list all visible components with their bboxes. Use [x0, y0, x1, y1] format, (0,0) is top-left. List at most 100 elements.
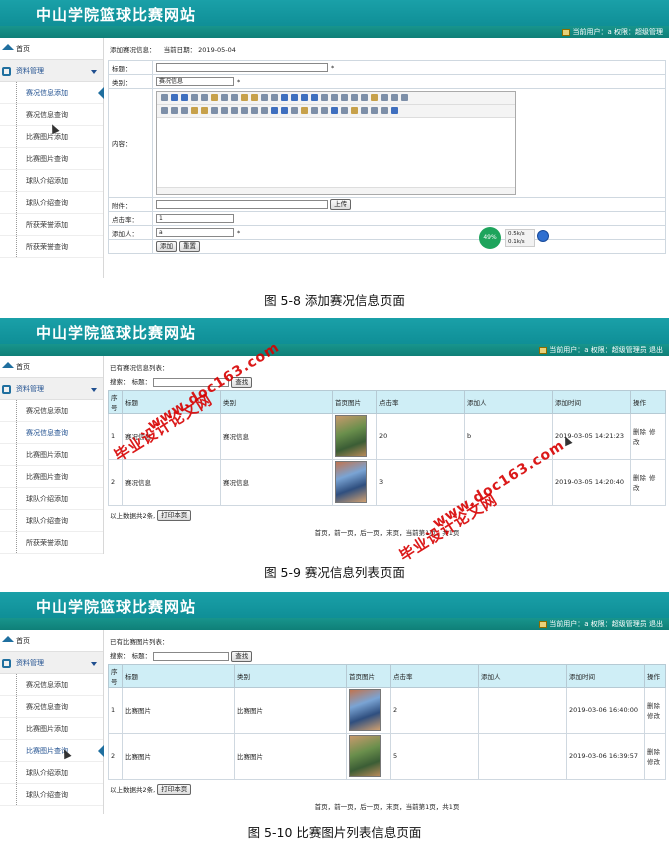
- user-status-bar: 当前用户：a 权限：超级管理员 退出: [0, 344, 669, 356]
- pagination[interactable]: 首页，前一页，后一页，末页，当前第1页，共1页: [108, 525, 666, 537]
- table-header-row: 序号 标题 类别 首页图片 点击率 添加人 添加时间 操作: [108, 663, 666, 688]
- main-content: 已有比赛图片列表： 搜索： 标题： 查找 序号 标题 类别 首页图片 点击率 添…: [108, 630, 669, 814]
- sidebar-item-add-honor[interactable]: 所获荣誉添加: [0, 214, 103, 236]
- match-thumbnail[interactable]: [335, 415, 367, 457]
- rich-text-editor[interactable]: [156, 91, 516, 195]
- home-icon: [2, 362, 14, 368]
- table-row: 1 比赛图片 比赛图片 2 2019-03-06 16:40:00 删除修改: [108, 686, 666, 734]
- sidebar-group-data-management[interactable]: 资料管理: [0, 378, 103, 400]
- table-row: 2 赛况信息 赛况信息 3 2019-03-05 14:20:40 删除 修改: [108, 458, 666, 506]
- photo-table: 序号 标题 类别 首页图片 点击率 添加人 添加时间 操作 1 比赛图片 比赛图…: [108, 663, 666, 780]
- delete-link[interactable]: 删除: [647, 702, 660, 710]
- adder-label: 添加人：: [108, 225, 153, 240]
- site-title: 中山学院篮球比赛网站: [36, 598, 197, 616]
- sidebar-item-query-team[interactable]: 球队介绍查询: [0, 510, 103, 532]
- user-status-bar: 当前用户：a 权限：超级管理员 退出: [0, 618, 669, 630]
- sidebar-item-query-match-info[interactable]: 赛况信息查询: [0, 696, 103, 718]
- attachment-input[interactable]: [156, 200, 328, 209]
- clicks-input[interactable]: 1: [156, 214, 234, 223]
- list-title: 已有比赛图片列表：: [110, 638, 169, 646]
- sidebar-group-data-management[interactable]: 资料管理: [0, 652, 103, 674]
- screenshot-add-match-info: 中山学院篮球比赛网站 当前用户：a 权限：超级管理 首页 资料管理 赛况信息添加…: [0, 0, 669, 278]
- site-banner: 中山学院篮球比赛网站: [0, 318, 669, 344]
- submit-button[interactable]: 添加: [156, 241, 177, 252]
- sidebar-item-add-match-info[interactable]: 赛况信息添加: [0, 82, 104, 104]
- sidebar-item-query-honor[interactable]: 所获荣誉查询: [0, 236, 103, 258]
- sidebar: 首页 资料管理 赛况信息添加 赛况信息查询 比赛图片添加 比赛图片查询 球队介绍…: [0, 38, 104, 278]
- search-button[interactable]: 查找: [231, 650, 253, 662]
- sidebar-item-query-team[interactable]: 球队介绍查询: [0, 192, 103, 214]
- main-content: 已有赛况信息列表： 搜索： 标题： 查找 序号 标题 类别 首页图片 点击率 添…: [108, 356, 669, 554]
- title-label: 标题：: [108, 60, 153, 75]
- match-thumbnail[interactable]: [335, 461, 367, 503]
- sidebar-item-add-match-info[interactable]: 赛况信息添加: [0, 674, 103, 696]
- sidebar-item-add-photo[interactable]: 比赛图片添加: [0, 718, 103, 740]
- sidebar-item-add-team[interactable]: 球队介绍添加: [0, 762, 103, 784]
- current-date: 2019-05-04: [198, 46, 236, 54]
- active-marker-icon: [98, 87, 104, 99]
- sidebar-home[interactable]: 首页: [0, 630, 103, 652]
- sidebar-home[interactable]: 首页: [0, 38, 103, 60]
- delete-link[interactable]: 删除: [647, 748, 660, 756]
- photo-thumbnail[interactable]: [349, 735, 381, 777]
- user-icon: [562, 28, 571, 36]
- list-title: 已有赛况信息列表：: [110, 364, 169, 372]
- main-content: 添加赛况信息： 当前日期： 2019-05-04 标题： * 类别： 赛况信息 *…: [108, 38, 669, 278]
- content-label: 内容：: [108, 88, 153, 198]
- site-banner: 中山学院篮球比赛网站: [0, 0, 669, 26]
- clicks-label: 点击率：: [108, 211, 153, 226]
- home-icon: [2, 44, 14, 50]
- caption-fig-5-10: 图 5-10 比赛图片列表信息页面: [247, 825, 422, 840]
- form-header: 添加赛况信息： 当前日期： 2019-05-04: [110, 46, 236, 54]
- reset-button[interactable]: 重置: [179, 241, 200, 252]
- list-summary: 以上数据共2条, 打印本页: [108, 506, 669, 526]
- edit-link[interactable]: 修改: [647, 758, 660, 766]
- editor-toolbar-row-2: [157, 105, 515, 118]
- sidebar-item-query-photo[interactable]: 比赛图片查询: [0, 148, 103, 170]
- sidebar-item-add-match-info[interactable]: 赛况信息添加: [0, 400, 103, 422]
- sidebar: 首页 资料管理 赛况信息添加 赛况信息查询 比赛图片添加 比赛图片查询 球队介绍…: [0, 356, 104, 554]
- photo-thumbnail[interactable]: [349, 689, 381, 731]
- delete-link[interactable]: 删除: [633, 474, 646, 482]
- search-bar: 搜索： 标题： 查找: [108, 648, 669, 664]
- sidebar-item-add-team[interactable]: 球队介绍添加: [0, 488, 103, 510]
- adder-input[interactable]: a: [156, 228, 234, 237]
- attachment-label: 附件：: [108, 197, 153, 212]
- sidebar-item-query-photo[interactable]: 比赛图片查询: [0, 466, 103, 488]
- sidebar-item-query-photo[interactable]: 比赛图片查询: [0, 740, 104, 762]
- print-button[interactable]: 打印本页: [157, 510, 192, 521]
- type-input[interactable]: 赛况信息: [156, 77, 234, 86]
- user-status-text: 当前用户：a 权限：超级管理员 退出: [549, 346, 663, 354]
- print-button[interactable]: 打印本页: [157, 784, 192, 795]
- sidebar-item-add-team[interactable]: 球队介绍添加: [0, 170, 103, 192]
- sidebar-item-query-match-info[interactable]: 赛况信息查询: [0, 104, 103, 126]
- sidebar-home[interactable]: 首页: [0, 356, 103, 378]
- user-status-bar: 当前用户：a 权限：超级管理: [0, 26, 669, 38]
- sidebar-item-query-match-info[interactable]: 赛况信息查询: [0, 422, 103, 444]
- sidebar-item-query-team[interactable]: 球队介绍查询: [0, 784, 103, 806]
- table-row: 2 比赛图片 比赛图片 5 2019-03-06 16:39:57 删除修改: [108, 732, 666, 780]
- delete-link[interactable]: 删除: [633, 428, 646, 436]
- user-status-text: 当前用户：a 权限：超级管理员 退出: [549, 620, 663, 628]
- user-icon: [539, 346, 548, 354]
- type-label: 类别：: [108, 74, 153, 89]
- site-title: 中山学院篮球比赛网站: [36, 6, 197, 24]
- chevron-down-icon: [91, 388, 97, 392]
- network-speed: 0.5k/s 0.1k/s: [505, 229, 535, 247]
- search-input[interactable]: [153, 651, 230, 661]
- title-input[interactable]: [156, 63, 328, 72]
- sidebar-group-data-management[interactable]: 资料管理: [0, 60, 103, 82]
- editor-resize-handle[interactable]: [157, 187, 515, 194]
- sidebar: 首页 资料管理 赛况信息添加 赛况信息查询 比赛图片添加 比赛图片查询 球队介绍…: [0, 630, 104, 814]
- site-banner: 中山学院篮球比赛网站: [0, 592, 669, 618]
- cpu-percent: 49%: [479, 227, 501, 249]
- pagination[interactable]: 首页，前一页，后一页，末页，当前第1页，共1页: [108, 799, 666, 811]
- upload-button[interactable]: 上传: [330, 199, 352, 210]
- edit-link[interactable]: 修改: [647, 712, 660, 720]
- list-summary: 以上数据共2条, 打印本页: [108, 780, 669, 800]
- chevron-down-icon: [91, 70, 97, 74]
- editor-toolbar-row-1: [157, 92, 515, 105]
- sidebar-item-add-photo[interactable]: 比赛图片添加: [0, 444, 103, 466]
- sidebar-item-add-honor[interactable]: 所获荣誉添加: [0, 532, 103, 554]
- screenshot-photo-list: 中山学院篮球比赛网站 当前用户：a 权限：超级管理员 退出 首页 资料管理 赛况…: [0, 592, 669, 814]
